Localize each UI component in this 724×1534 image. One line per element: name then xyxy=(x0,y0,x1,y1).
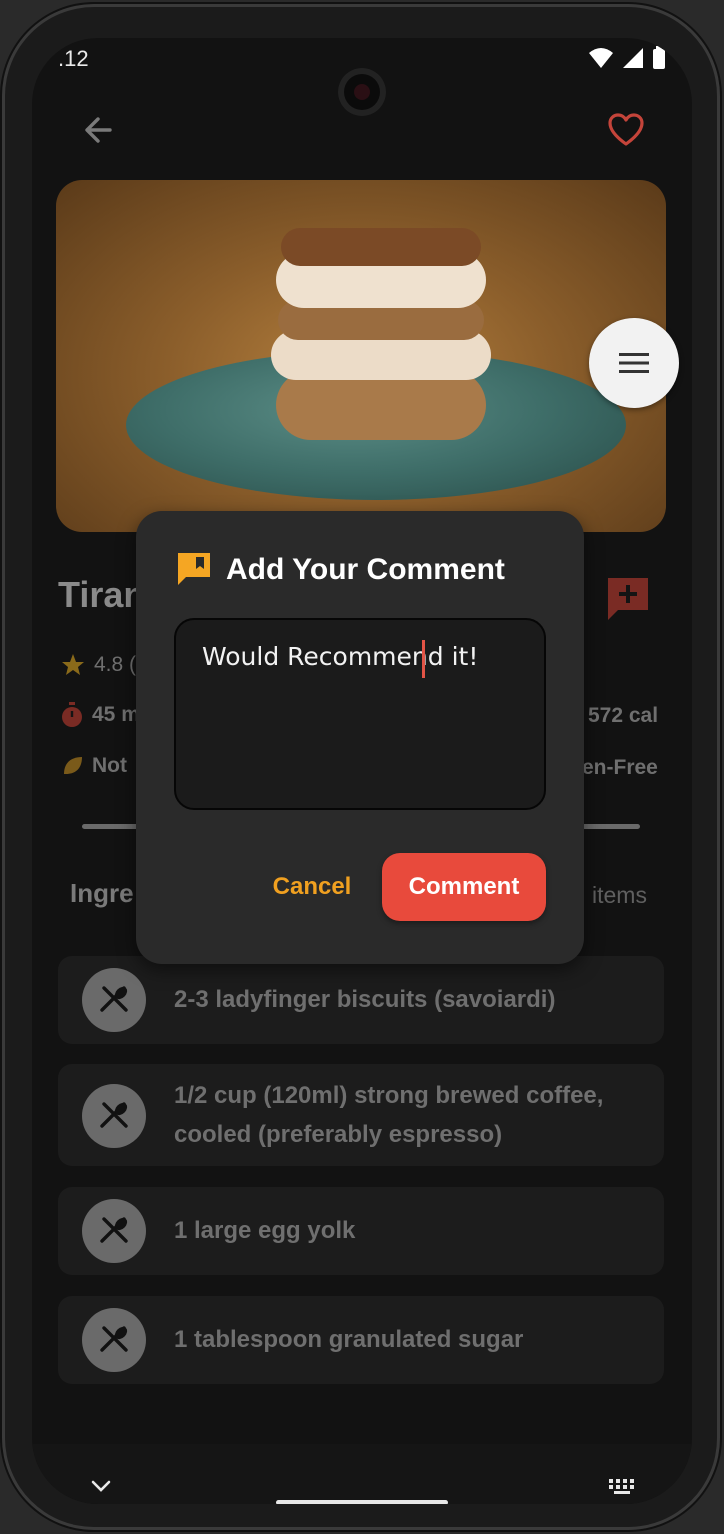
heart-outline-icon xyxy=(608,113,644,146)
add-comment-button[interactable] xyxy=(604,574,654,624)
battery-icon xyxy=(653,46,665,69)
ingredients-header: Ingre xyxy=(70,878,134,908)
time-text: 45 m xyxy=(92,703,140,726)
cancel-button[interactable]: Cancel xyxy=(258,854,366,920)
diet-row: Not xyxy=(60,754,127,778)
comment-flag-icon xyxy=(178,553,210,585)
text-caret xyxy=(422,640,425,678)
list-item: 1/2 cup (120ml) strong brewed coffee, co… xyxy=(58,1064,664,1166)
wifi-icon xyxy=(589,48,613,68)
ingredient-text: 2-3 ladyfinger biscuits (savoiardi) xyxy=(174,986,556,1013)
ingredient-text: 1/2 cup (120ml) strong brewed coffee, co… xyxy=(174,1082,604,1148)
arrow-left-icon xyxy=(85,117,112,143)
home-indicator[interactable] xyxy=(276,1500,448,1504)
comment-submit-button[interactable]: Comment xyxy=(382,853,546,921)
ingredient-avatar xyxy=(82,1084,146,1148)
diet-left-text: Not xyxy=(92,754,127,777)
status-icons xyxy=(588,46,666,70)
cake-shape xyxy=(281,228,481,266)
utensils-icon xyxy=(100,1326,128,1352)
front-camera xyxy=(338,68,386,116)
utensils-icon xyxy=(100,1102,128,1128)
favorite-button[interactable] xyxy=(606,110,646,150)
ingredient-avatar xyxy=(82,968,146,1032)
rating-row: 4.8 ( xyxy=(60,652,136,678)
time-row: 45 m xyxy=(60,702,140,728)
leaf-icon xyxy=(64,757,82,774)
rating-text: 4.8 ( xyxy=(94,653,137,676)
chevron-down-icon[interactable] xyxy=(90,1478,112,1494)
navigation-bar xyxy=(32,1444,692,1504)
comment-input-value: Would Recommend it! xyxy=(202,642,479,671)
list-item: 2-3 ladyfinger biscuits (savoiardi) xyxy=(58,956,664,1044)
dialog-title: Add Your Comment xyxy=(226,553,505,586)
diet-right-text: en-Free xyxy=(582,756,658,779)
star-icon xyxy=(62,654,84,675)
recipe-image xyxy=(56,180,666,532)
ingredient-text: 1 large egg yolk xyxy=(174,1217,356,1244)
ingredient-avatar xyxy=(82,1199,146,1263)
menu-button[interactable] xyxy=(589,318,679,408)
menu-icon xyxy=(619,353,649,373)
divider xyxy=(582,824,640,829)
add-comment-icon xyxy=(608,578,648,620)
utensils-icon xyxy=(100,1217,128,1243)
list-item: 1 tablespoon granulated sugar xyxy=(58,1296,664,1384)
comment-input[interactable]: Would Recommend it! xyxy=(174,618,546,810)
status-time: .12 xyxy=(58,46,89,71)
keyboard-icon[interactable] xyxy=(608,1478,638,1496)
back-button[interactable] xyxy=(78,110,118,150)
cake-shape xyxy=(276,370,486,440)
utensils-icon xyxy=(100,986,128,1012)
recipe-title: Tiran xyxy=(58,574,146,615)
signal-icon xyxy=(623,48,643,68)
ingredient-avatar xyxy=(82,1308,146,1372)
timer-icon xyxy=(62,702,82,727)
ingredient-text: 1 tablespoon granulated sugar xyxy=(174,1326,524,1353)
list-item: 1 large egg yolk xyxy=(58,1187,664,1275)
comment-dialog: Add Your Comment Would Recommend it! Can… xyxy=(136,511,584,964)
calories-text: 572 cal xyxy=(588,704,659,727)
ingredients-count: items xyxy=(592,882,647,908)
